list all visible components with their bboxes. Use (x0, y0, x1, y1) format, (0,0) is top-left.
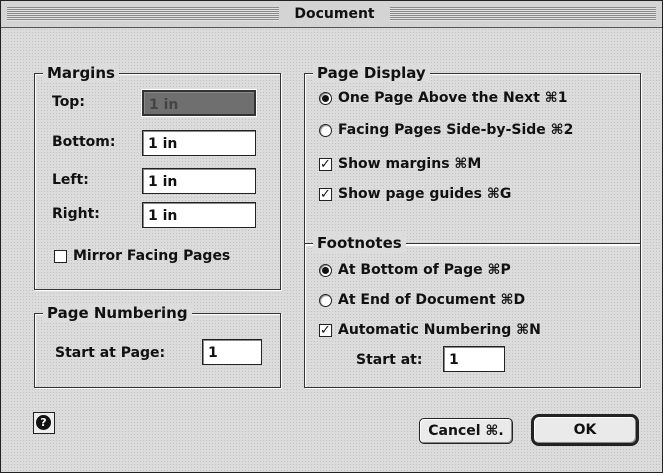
one-page-radio[interactable]: One Page Above the Next ⌘1 (319, 90, 568, 106)
mirror-facing-pages-checkbox[interactable]: Mirror Facing Pages (54, 248, 230, 264)
title-stripes-right (390, 7, 656, 21)
facing-pages-radio-button[interactable] (319, 123, 332, 137)
end-of-document-radio[interactable]: At End of Document ⌘D (319, 292, 525, 308)
bottom-of-page-radio-button[interactable] (319, 263, 332, 277)
document-dialog: Document Margins Top: 1 in Bottom: 1 in … (0, 0, 663, 473)
footnote-start-at-field[interactable]: 1 (443, 346, 505, 372)
start-at-page-label: Start at Page: (55, 345, 166, 361)
show-margins-label: Show margins ⌘M (338, 156, 482, 172)
facing-pages-radio[interactable]: Facing Pages Side-by-Side ⌘2 (319, 122, 573, 138)
page-numbering-legend: Page Numbering (43, 303, 192, 323)
automatic-numbering-label: Automatic Numbering ⌘N (338, 322, 541, 338)
mirror-label: Mirror Facing Pages (73, 248, 231, 264)
left-label: Left: (52, 172, 89, 188)
one-page-radio-button[interactable] (319, 91, 332, 105)
show-margins-checkbox[interactable]: ✓ Show margins ⌘M (319, 156, 481, 172)
end-of-document-radio-button[interactable] (319, 293, 332, 307)
title-bar[interactable]: Document (1, 1, 662, 28)
one-page-label: One Page Above the Next ⌘1 (338, 90, 568, 106)
automatic-numbering-box[interactable]: ✓ (319, 323, 332, 337)
bottom-of-page-radio[interactable]: At Bottom of Page ⌘P (319, 262, 511, 278)
top-margin-field[interactable]: 1 in (141, 89, 257, 117)
cancel-button[interactable]: Cancel ⌘. (419, 418, 513, 444)
bottom-margin-field[interactable]: 1 in (142, 130, 256, 156)
help-icon: ? (36, 415, 51, 430)
bottom-of-page-label: At Bottom of Page ⌘P (338, 262, 511, 278)
show-guides-box[interactable]: ✓ (319, 187, 332, 201)
footnotes-legend: Footnotes (313, 233, 406, 253)
title-stripes-left (7, 7, 279, 21)
footnote-start-at-label: Start at: (356, 352, 423, 368)
window-title: Document (284, 4, 385, 24)
help-button[interactable]: ? (33, 412, 55, 434)
end-of-document-label: At End of Document ⌘D (338, 292, 526, 308)
bottom-label: Bottom: (52, 134, 116, 150)
mirror-checkbox-box[interactable] (54, 249, 67, 263)
ok-button[interactable]: OK (531, 414, 639, 446)
facing-pages-label: Facing Pages Side-by-Side ⌘2 (338, 122, 574, 138)
show-margins-box[interactable]: ✓ (319, 157, 332, 171)
show-guides-label: Show page guides ⌘G (338, 186, 512, 202)
dialog-content: Margins Top: 1 in Bottom: 1 in Left: 1 i… (1, 28, 662, 472)
top-label: Top: (52, 94, 85, 110)
start-at-page-field[interactable]: 1 (202, 339, 262, 365)
right-label: Right: (52, 206, 100, 222)
page-display-legend: Page Display (313, 63, 430, 83)
show-page-guides-checkbox[interactable]: ✓ Show page guides ⌘G (319, 186, 511, 202)
right-margin-field[interactable]: 1 in (142, 202, 256, 228)
left-margin-field[interactable]: 1 in (142, 168, 256, 194)
margins-legend: Margins (43, 63, 119, 83)
automatic-numbering-checkbox[interactable]: ✓ Automatic Numbering ⌘N (319, 322, 541, 338)
